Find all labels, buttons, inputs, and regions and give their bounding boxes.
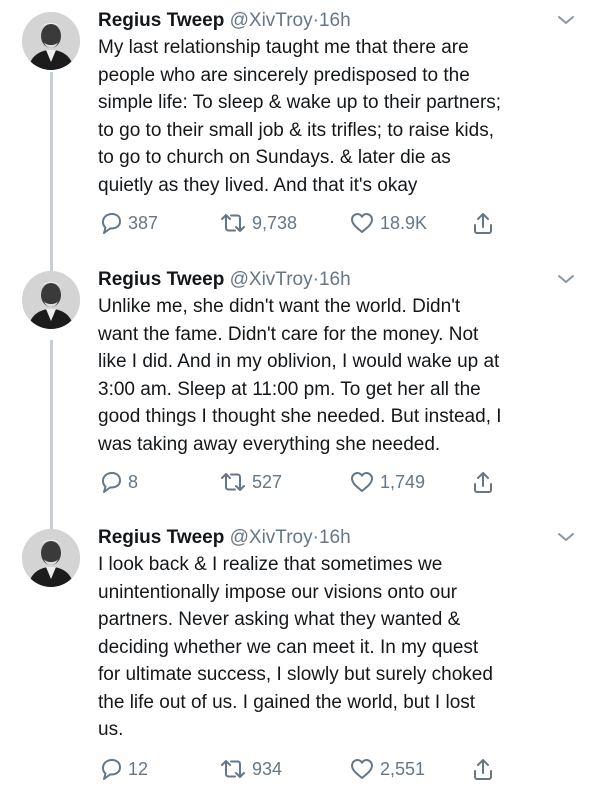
display-name[interactable]: Regius Tweep: [98, 269, 224, 290]
tweet-text-line: for ultimate success, I slowly but surel…: [98, 664, 493, 685]
user-handle[interactable]: @XivTroy: [230, 527, 313, 548]
share-button[interactable]: [470, 210, 500, 236]
reply-count: 387: [128, 212, 159, 233]
tweet-text-line: people who are sincerely predisposed to …: [98, 64, 470, 86]
chevron-down-icon[interactable]: [556, 529, 576, 545]
user-handle[interactable]: @XivTroy: [230, 269, 313, 290]
heart-icon: [351, 759, 373, 779]
retweet-button[interactable]: 934: [218, 756, 282, 782]
share-icon: [474, 213, 492, 234]
avatar[interactable]: [22, 12, 80, 70]
reply-count: 12: [128, 758, 149, 779]
retweet-icon: [221, 760, 245, 778]
tweet-header: Regius Tweep @XivTroy·16h: [98, 267, 351, 293]
tweet-text-line: good things I thought she needed. But in…: [98, 406, 502, 427]
tweet-text-line: 3:00 am. Sleep at 11:00 pm. To get her a…: [98, 378, 481, 400]
timestamp[interactable]: 16h: [319, 10, 351, 31]
reply-icon: [102, 759, 121, 780]
tweet-text: My last relationship taught me that ther…: [98, 34, 576, 199]
chevron-down-icon[interactable]: [556, 12, 576, 28]
tweet-text-line: to go to church on Sundays. & later die …: [98, 147, 451, 168]
tweet-text-line: was taking away everything she needed.: [98, 433, 441, 455]
tweet-text: I look back & I realize that sometimes w…: [98, 551, 576, 744]
tweet-header: Regius Tweep @XivTroy·16h: [98, 8, 351, 34]
tweet[interactable]: Regius Tweep @XivTroy·16h I look back & …: [0, 525, 589, 795]
tweet-text-line: unintentionally impose our visions onto …: [98, 581, 458, 603]
timestamp[interactable]: 16h: [319, 269, 351, 290]
share-button[interactable]: [470, 469, 500, 495]
retweet-count: 527: [252, 471, 283, 492]
tweet-text-line: partners. Never asking what they wanted …: [98, 609, 461, 630]
action-bar: 12 934 2,551: [98, 756, 518, 782]
tweet-text-line: the life out of us. I gained the world, …: [98, 691, 476, 713]
tweet-text-line: Unlike me, she didn't want the world. Di…: [98, 296, 461, 317]
share-button[interactable]: [470, 756, 500, 782]
retweet-count: 9,738: [252, 212, 298, 233]
reply-button[interactable]: 387: [98, 210, 158, 236]
retweet-button[interactable]: 9,738: [218, 210, 297, 236]
reply-button[interactable]: 12: [98, 756, 148, 782]
like-count: 18.9K: [380, 212, 428, 233]
tweet-text-line: simple life: To sleep & wake up to their…: [98, 92, 502, 113]
reply-icon: [102, 472, 121, 493]
tweet-text: Unlike me, she didn't want the world. Di…: [98, 293, 576, 458]
avatar[interactable]: [22, 271, 80, 329]
tweet[interactable]: Regius Tweep @XivTroy·16h My last relati…: [0, 8, 589, 248]
heart-icon: [351, 213, 373, 233]
timestamp[interactable]: 16h: [319, 527, 351, 548]
avatar-portrait-icon: [22, 529, 80, 587]
tweet-text-line: us.: [98, 719, 124, 740]
tweet-text-line: want the fame. Didn't care for the money…: [98, 323, 479, 345]
share-icon: [474, 759, 492, 780]
like-button[interactable]: 1,749: [348, 469, 425, 495]
tweet-text-line: My last relationship taught me that ther…: [98, 37, 469, 58]
reply-count: 8: [128, 471, 139, 492]
avatar[interactable]: [22, 529, 80, 587]
share-icon: [474, 472, 492, 493]
tweet-text-line: I look back & I realize that sometimes w…: [98, 554, 443, 575]
tweet-text-line: like I did. And in my oblivion, I would …: [98, 351, 500, 372]
tweet[interactable]: Regius Tweep @XivTroy·16h Unlike me, she…: [0, 267, 589, 507]
like-button[interactable]: 18.9K: [348, 210, 427, 236]
chevron-down-icon[interactable]: [556, 271, 576, 287]
display-name[interactable]: Regius Tweep: [98, 527, 224, 548]
heart-icon: [351, 472, 373, 492]
reply-icon: [102, 213, 121, 234]
retweet-icon: [221, 473, 245, 491]
like-count: 1,749: [380, 471, 426, 492]
like-button[interactable]: 2,551: [348, 756, 425, 782]
retweet-icon: [221, 214, 245, 232]
avatar-portrait-icon: [22, 12, 80, 70]
retweet-count: 934: [252, 758, 283, 779]
like-count: 2,551: [380, 758, 426, 779]
tweet-text-line: deciding whether we can meet it. In my q…: [98, 636, 479, 658]
tweet-header: Regius Tweep @XivTroy·16h: [98, 525, 351, 551]
tweet-text-line: to go to their small job & its trifles; …: [98, 119, 494, 141]
user-handle[interactable]: @XivTroy: [230, 10, 313, 31]
action-bar: 8 527 1,749: [98, 469, 518, 495]
display-name[interactable]: Regius Tweep: [98, 10, 224, 31]
reply-button[interactable]: 8: [98, 469, 138, 495]
avatar-portrait-icon: [22, 271, 80, 329]
action-bar: 387 9,738 18.9K: [98, 210, 518, 236]
tweet-text-line: quietly as they lived. And that it's oka…: [98, 174, 418, 196]
retweet-button[interactable]: 527: [218, 469, 282, 495]
